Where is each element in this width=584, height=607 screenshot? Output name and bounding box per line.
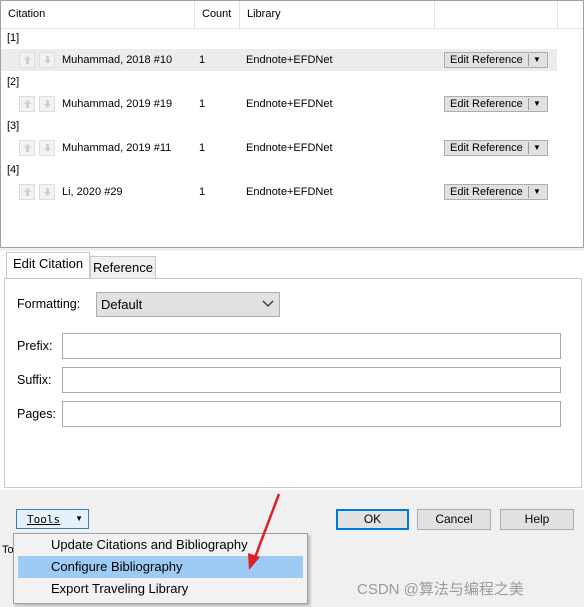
citation-group-label: [3] [7,120,20,132]
prefix-field[interactable] [62,333,561,359]
citation-table: Citation Count Library [1] Muhammad, 201… [0,0,584,248]
edit-tabs: Edit Citation Reference [0,252,584,279]
edit-reference-button[interactable]: Edit Reference ▼ [444,96,548,112]
edit-reference-button[interactable]: Edit Reference ▼ [444,52,548,68]
citation-cell: Muhammad, 2018 #10 [62,54,173,66]
prefix-label: Prefix: [17,339,53,353]
formatting-value: Default [101,297,143,312]
library-cell: Endnote+EFDNet [246,186,333,198]
tools-label: Tools [27,513,61,526]
move-down-icon[interactable] [39,52,55,68]
count-cell: 1 [199,54,206,66]
count-cell: 1 [199,98,206,110]
edit-reference-button[interactable]: Edit Reference ▼ [444,140,548,156]
formatting-label: Formatting: [17,297,81,311]
table-row[interactable]: Muhammad, 2019 #19 1 Endnote+EFDNet Edit… [1,93,557,115]
chevron-down-icon [262,300,274,307]
move-up-icon[interactable] [19,96,35,112]
pages-field[interactable] [62,401,561,427]
move-down-icon[interactable] [39,140,55,156]
library-cell: Endnote+EFDNet [246,98,333,110]
split-divider [528,54,529,66]
edit-reference-label: Edit Reference [450,142,523,154]
suffix-field[interactable] [62,367,561,393]
library-cell: Endnote+EFDNet [246,54,333,66]
split-divider [528,98,529,110]
column-header-actions [435,1,558,28]
ok-button[interactable]: OK [336,509,409,530]
tools-menu: Update Citations and Bibliography Config… [13,533,308,604]
count-cell: 1 [199,186,206,198]
citation-group-label: [4] [7,164,20,176]
move-up-icon[interactable] [19,140,35,156]
count-cell: 1 [199,142,206,154]
table-header: Citation Count Library [1,1,583,29]
citation-cell: Muhammad, 2019 #11 [62,142,172,154]
menu-item-label: Export Traveling Library [51,581,189,596]
column-header-library[interactable]: Library [240,1,435,28]
move-up-icon[interactable] [19,52,35,68]
tab-edit-citation[interactable]: Edit Citation [6,252,90,278]
formatting-select[interactable]: Default [96,292,280,317]
citation-group-label: [1] [7,32,20,44]
dropdown-arrow-icon[interactable]: ▼ [533,53,541,67]
suffix-label: Suffix: [17,373,52,387]
edit-reference-button[interactable]: Edit Reference ▼ [444,184,548,200]
table-row[interactable]: Muhammad, 2019 #11 1 Endnote+EFDNet Edit… [1,137,557,159]
split-divider [528,186,529,198]
dropdown-arrow-icon[interactable]: ▼ [533,141,541,155]
citation-cell: Li, 2020 #29 [62,186,123,198]
library-cell: Endnote+EFDNet [246,142,333,154]
dropdown-arrow-icon[interactable]: ▼ [533,185,541,199]
menu-item-update-citations[interactable]: Update Citations and Bibliography [18,534,303,556]
table-row[interactable]: Li, 2020 #29 1 Endnote+EFDNet Edit Refer… [1,181,557,203]
citation-group-label: [2] [7,76,20,88]
menu-item-label: Configure Bibliography [51,559,183,574]
menu-item-export-traveling-library[interactable]: Export Traveling Library [18,578,303,600]
move-down-icon[interactable] [39,96,55,112]
split-divider [528,142,529,154]
menu-item-label: Update Citations and Bibliography [51,537,248,552]
tools-button[interactable]: Tools ▼ [16,509,89,529]
help-button[interactable]: Help [500,509,574,530]
table-row[interactable]: Muhammad, 2018 #10 1 Endnote+EFDNet Edit… [1,49,557,71]
edit-reference-label: Edit Reference [450,98,523,110]
move-up-icon[interactable] [19,184,35,200]
citation-cell: Muhammad, 2019 #19 [62,98,173,110]
dropdown-arrow-icon[interactable]: ▼ [533,97,541,111]
menu-item-configure-bibliography[interactable]: Configure Bibliography [18,556,303,578]
dropdown-arrow-icon: ▼ [75,514,83,523]
cancel-button[interactable]: Cancel [417,509,491,530]
move-down-icon[interactable] [39,184,55,200]
tab-reference[interactable]: Reference [90,256,156,279]
pane-splitter[interactable] [0,248,584,251]
edit-reference-label: Edit Reference [450,186,523,198]
watermark: CSDN @算法与编程之美 [357,581,524,598]
edit-reference-label: Edit Reference [450,54,523,66]
pages-label: Pages: [17,407,56,421]
column-header-citation[interactable]: Citation [1,1,195,28]
column-header-count[interactable]: Count [195,1,240,28]
